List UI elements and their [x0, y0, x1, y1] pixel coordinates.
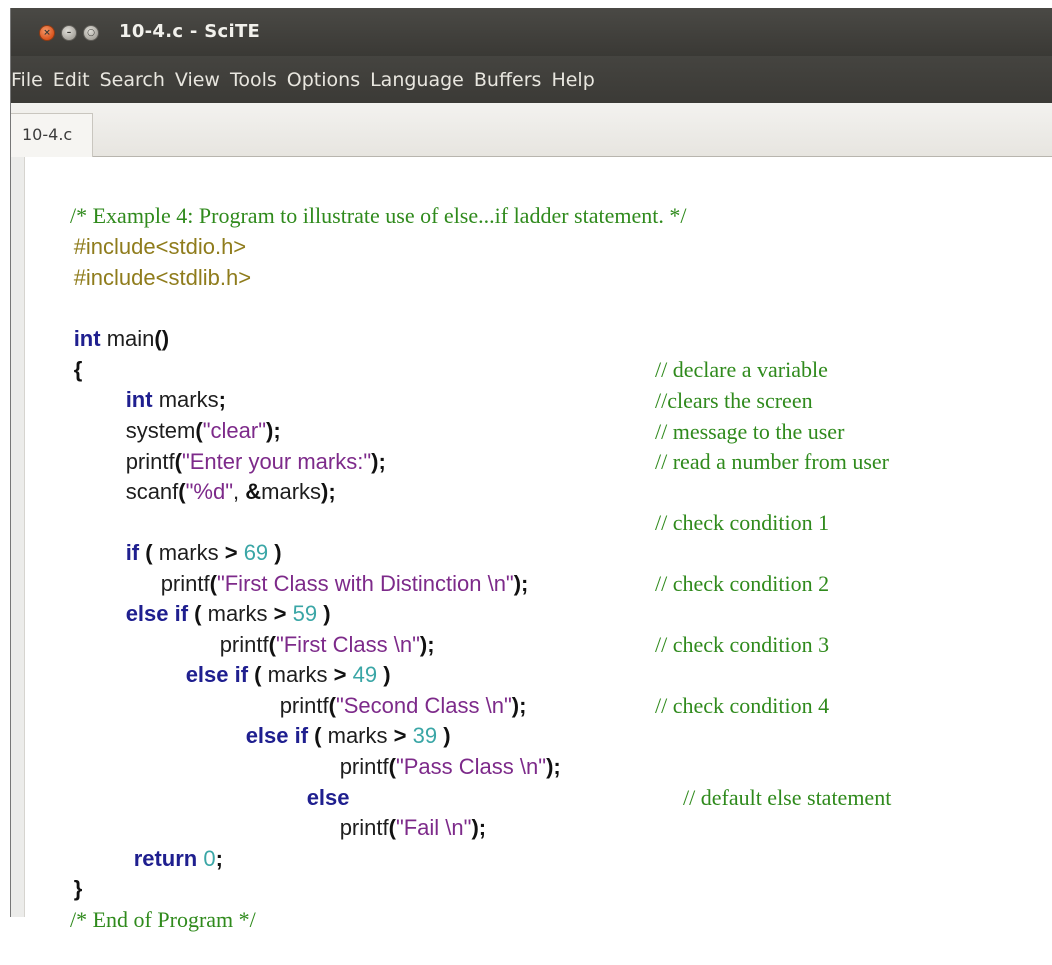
- keyword-else-if: else if: [185, 662, 249, 687]
- comment-message: // message to the user: [655, 419, 845, 444]
- code-line-include-stdlib: #include<stdlib.h>: [37, 233, 251, 290]
- string-fail: "Fail \n": [395, 815, 472, 840]
- code-line-end-comment: /* End of Program */: [37, 875, 256, 932]
- code-line-if-69: if ( marks > 69 ): [89, 508, 282, 565]
- brace-open: {: [73, 357, 83, 382]
- code-line-printf-enter: printf("Enter your marks:");: [89, 417, 386, 474]
- minimize-window-button[interactable]: –: [61, 25, 77, 41]
- comment-clears: //clears the screen: [655, 388, 813, 413]
- menu-bar: File Edit Search View Tools Options Lang…: [11, 56, 1052, 103]
- number-0: 0: [203, 846, 216, 871]
- comma: ,: [233, 479, 246, 504]
- menu-file[interactable]: File: [11, 69, 43, 91]
- ampersand: &: [245, 479, 262, 504]
- code-line-printf-first: printf("First Class \n");: [183, 600, 435, 657]
- main-parens: (): [154, 326, 170, 351]
- menu-options[interactable]: Options: [287, 69, 360, 91]
- code-line-brace-close: }: [37, 844, 83, 901]
- include-stdlib: #include<stdlib.h>: [73, 265, 252, 290]
- paren-close-semicolon: );: [371, 449, 386, 474]
- string-pass-class: "Pass Class \n": [395, 754, 547, 779]
- code-editor[interactable]: /* Example 4: Program to illustrate use …: [11, 157, 1052, 932]
- menu-buffers[interactable]: Buffers: [474, 69, 542, 91]
- window-title: 10-4.c - SciTE: [119, 21, 261, 42]
- marks-identifier: marks: [261, 479, 322, 504]
- menu-edit[interactable]: Edit: [53, 69, 90, 91]
- string-format: "%d": [185, 479, 234, 504]
- paren-close-semicolon: );: [419, 632, 435, 657]
- paren-close-semicolon: );: [546, 754, 561, 779]
- function-scanf: scanf: [125, 479, 179, 504]
- code-line-else-if-49: else if ( marks > 49 ): [149, 630, 391, 687]
- main-identifier: main: [100, 326, 155, 351]
- code-line-else-if-39: else if ( marks > 39 ): [209, 691, 451, 748]
- code-line-include-stdio: #include<stdio.h>: [37, 202, 246, 259]
- menu-help[interactable]: Help: [551, 69, 594, 91]
- code-line-printf-distinction: printf("First Class with Distinction \n"…: [124, 539, 529, 596]
- function-printf: printf: [339, 815, 389, 840]
- paren-open: (: [178, 479, 186, 504]
- tab-label: 10-4.c: [22, 125, 73, 144]
- code-line-else: else: [270, 753, 350, 810]
- close-window-button[interactable]: ×: [39, 25, 55, 41]
- title-bar: × – ○ 10-4.c - SciTE: [11, 8, 1052, 56]
- comment-cond4: // check condition 4: [655, 693, 830, 718]
- paren-close-semicolon: );: [513, 571, 529, 596]
- buffer-tab-bar: 10-4.c: [11, 103, 1052, 157]
- comment-cond3: // check condition 3: [655, 632, 830, 657]
- keyword-else-if: else if: [125, 601, 189, 626]
- keyword-return: return: [133, 846, 198, 871]
- fold-margin[interactable]: [11, 157, 25, 917]
- maximize-icon: ○: [87, 28, 95, 38]
- paren-open: (: [388, 754, 396, 779]
- paren-open: (: [388, 815, 396, 840]
- code-line-header-comment: /* Example 4: Program to illustrate use …: [37, 171, 686, 228]
- comment-default: // default else statement: [683, 785, 892, 810]
- menu-language[interactable]: Language: [370, 69, 464, 91]
- paren-close-semicolon: );: [321, 479, 336, 504]
- comment-read: // read a number from user: [655, 449, 889, 474]
- scite-window: × – ○ 10-4.c - SciTE File Edit Search Vi…: [10, 8, 1052, 932]
- keyword-else-if: else if: [245, 723, 309, 748]
- tab-10-4-c[interactable]: 10-4.c: [11, 113, 93, 157]
- code-line-system: system("clear");: [89, 386, 281, 443]
- menu-search[interactable]: Search: [100, 69, 165, 91]
- code-line-main: int main(): [37, 294, 169, 351]
- code-line-printf-second: printf("Second Class \n");: [243, 661, 527, 718]
- close-icon: ×: [43, 28, 51, 38]
- code-line-declare: int marks;: [89, 355, 226, 412]
- code-line-brace-open: {: [37, 325, 83, 382]
- paren-close-semicolon: );: [511, 693, 527, 718]
- comment-cond1: // check condition 1: [655, 510, 830, 535]
- paren-close-semicolon: );: [471, 815, 487, 840]
- minimize-icon: –: [66, 28, 72, 38]
- code-line-return: return 0;: [97, 814, 223, 871]
- comment-declare: // declare a variable: [655, 357, 828, 382]
- comment-cond2: // check condition 2: [655, 571, 830, 596]
- code-line-scanf: scanf("%d", &marks);: [89, 447, 336, 504]
- code-line-else-if-59: else if ( marks > 59 ): [89, 569, 331, 626]
- code-line-printf-fail: printf("Fail \n");: [303, 783, 486, 840]
- end-comment: /* End of Program */: [70, 907, 256, 932]
- code-line-printf-pass: printf("Pass Class \n");: [303, 722, 561, 779]
- maximize-window-button[interactable]: ○: [83, 25, 99, 41]
- menu-tools[interactable]: Tools: [230, 69, 277, 91]
- semicolon: ;: [215, 846, 223, 871]
- menu-view[interactable]: View: [175, 69, 220, 91]
